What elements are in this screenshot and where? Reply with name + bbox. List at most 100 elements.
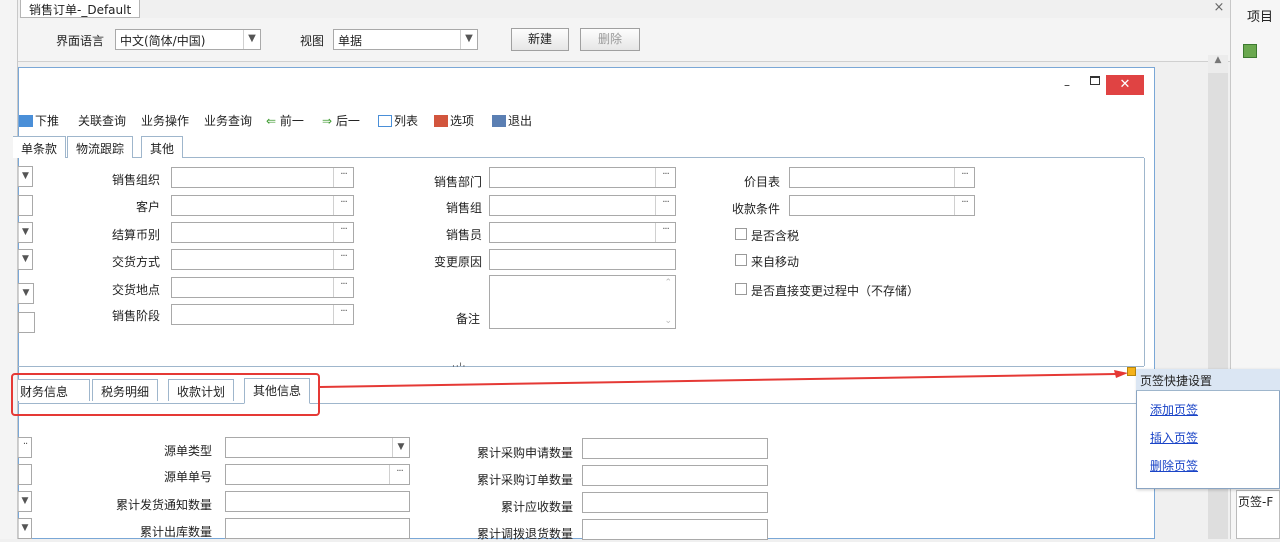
cumulative-transfer-return-label: 累计调拨退货数量 xyxy=(476,527,573,541)
ellipsis-icon[interactable]: ··· xyxy=(954,168,974,187)
clipped-select[interactable]: ▼ xyxy=(18,249,33,270)
language-select[interactable]: 中文(简体/中国) ▼ xyxy=(115,29,261,50)
list-icon xyxy=(378,115,392,127)
tab-logistics[interactable]: 物流跟踪 xyxy=(67,136,134,158)
clipped-field[interactable] xyxy=(18,312,35,333)
customer-field[interactable]: ··· xyxy=(171,195,354,216)
options-label: 选项 xyxy=(450,114,475,128)
clipped-select[interactable]: ▼ xyxy=(18,283,34,304)
delete-button[interactable]: 删除 xyxy=(580,28,640,51)
sales-dept-field[interactable]: ··· xyxy=(489,167,676,188)
tab-other[interactable]: 其他 xyxy=(141,136,184,158)
exit-button[interactable]: 退出 xyxy=(492,112,532,129)
sales-org-label: 销售组织 xyxy=(111,173,160,187)
price-list-field[interactable]: ··· xyxy=(789,167,975,188)
clipped-field[interactable]: ·· xyxy=(18,437,32,458)
new-button[interactable]: 新建 xyxy=(511,28,569,51)
insert-tab-link[interactable]: 插入页签 xyxy=(1150,429,1198,446)
delivery-location-label: 交货地点 xyxy=(111,283,160,297)
clipped-field[interactable] xyxy=(18,464,32,485)
language-value: 中文(简体/中国) xyxy=(120,34,206,48)
source-type-select[interactable]: ▼ xyxy=(225,437,410,458)
sales-org-field[interactable]: ··· xyxy=(171,167,354,188)
push-down-button[interactable]: 下推 xyxy=(19,112,59,129)
splitter-line xyxy=(18,366,1144,367)
delivery-location-field[interactable]: ··· xyxy=(171,277,354,298)
sales-group-field[interactable]: ··· xyxy=(489,195,676,216)
related-query-button[interactable]: 关联查询 xyxy=(78,112,126,129)
view-select[interactable]: 单据 ▼ xyxy=(333,29,478,50)
chevron-down-icon: ▼ xyxy=(243,30,260,49)
close-button[interactable]: ✕ xyxy=(1106,75,1144,95)
sales-group-label: 销售组 xyxy=(445,201,482,215)
business-operation-button[interactable]: 业务操作 xyxy=(141,112,189,129)
list-button[interactable]: 列表 xyxy=(378,112,418,129)
clipped-select[interactable]: ▼ xyxy=(18,491,32,512)
clipped-select[interactable]: ▼ xyxy=(18,518,32,539)
highlight-box xyxy=(11,373,320,416)
currency-field[interactable]: ··· xyxy=(171,222,354,243)
cumulative-receivable-label: 累计应收数量 xyxy=(500,500,573,514)
cumulative-receivable-field[interactable] xyxy=(582,492,768,513)
from-mobile-checkbox[interactable] xyxy=(735,254,747,266)
popup-title: 页签快捷设置 xyxy=(1136,369,1280,391)
cumulative-transfer-return-field[interactable] xyxy=(582,519,768,540)
ellipsis-icon[interactable]: ··· xyxy=(655,196,675,215)
ellipsis-icon[interactable]: ··· xyxy=(333,196,353,215)
salesperson-field[interactable]: ··· xyxy=(489,222,676,243)
next-button[interactable]: ⇒ 后一 xyxy=(322,112,360,129)
clipped-field[interactable] xyxy=(18,195,33,216)
payment-terms-field[interactable]: ··· xyxy=(789,195,975,216)
ellipsis-icon[interactable]: ··· xyxy=(333,305,353,324)
business-query-button[interactable]: 业务查询 xyxy=(204,112,252,129)
options-button[interactable]: 选项 xyxy=(434,112,474,129)
view-value: 单据 xyxy=(338,34,363,48)
refresh-icon[interactable] xyxy=(1243,44,1257,58)
cumulative-outbound-field[interactable] xyxy=(225,518,410,539)
direct-change-checkbox[interactable] xyxy=(735,283,747,295)
cumulative-outbound-label: 累计出库数量 xyxy=(139,525,212,539)
ellipsis-icon[interactable]: ··· xyxy=(333,278,353,297)
cumulative-purchase-order-field[interactable] xyxy=(582,465,768,486)
remark-textarea[interactable]: ⌃ ⌄ xyxy=(489,275,676,329)
cumulative-purchase-order-label: 累计采购订单数量 xyxy=(476,473,573,487)
ellipsis-icon[interactable]: ··· xyxy=(389,465,409,484)
options-icon xyxy=(434,115,448,127)
sales-stage-label: 销售阶段 xyxy=(111,309,160,323)
right-panel-tab-label: 页签-F xyxy=(1238,495,1274,509)
minimize-button[interactable]: – xyxy=(1064,78,1070,92)
ellipsis-icon[interactable]: ··· xyxy=(333,168,353,187)
chevron-down-icon: ▼ xyxy=(460,30,477,49)
cumulative-purchase-request-field[interactable] xyxy=(582,438,768,459)
exit-label: 退出 xyxy=(508,114,533,128)
ellipsis-icon[interactable]: ··· xyxy=(333,250,353,269)
ellipsis-icon[interactable]: ··· xyxy=(954,196,974,215)
ellipsis-icon[interactable]: ··· xyxy=(655,168,675,187)
chevron-down-icon: ▼ xyxy=(18,167,32,186)
clipped-select[interactable]: ▼ xyxy=(18,166,33,187)
ellipsis-icon[interactable]: ··· xyxy=(333,223,353,242)
chevron-down-icon: ▼ xyxy=(18,492,31,511)
add-tab-link[interactable]: 添加页签 xyxy=(1150,401,1198,418)
clipped-select[interactable]: ▼ xyxy=(18,222,33,243)
tab-terms[interactable]: 单条款 xyxy=(13,136,67,158)
sales-stage-field[interactable]: ··· xyxy=(171,304,354,325)
payment-terms-label: 收款条件 xyxy=(731,202,780,216)
change-reason-field[interactable] xyxy=(489,249,676,270)
cumulative-delivery-notice-field[interactable] xyxy=(225,491,410,512)
upper-panel-border xyxy=(1144,158,1145,366)
previous-button[interactable]: ⇐ 前一 xyxy=(266,112,304,129)
maximize-button[interactable] xyxy=(1090,76,1100,85)
source-number-field[interactable]: ··· xyxy=(225,464,410,485)
salesperson-label: 销售员 xyxy=(445,228,482,242)
delivery-method-field[interactable]: ··· xyxy=(171,249,354,270)
scroll-up-icon[interactable]: ▲ xyxy=(1208,55,1228,73)
tax-included-checkbox[interactable] xyxy=(735,228,747,240)
source-type-label: 源单类型 xyxy=(163,444,212,458)
delete-tab-link[interactable]: 删除页签 xyxy=(1150,457,1198,474)
chevron-down-icon: ▼ xyxy=(392,438,409,457)
document-close-button[interactable]: × xyxy=(1212,0,1226,15)
ellipsis-icon[interactable]: ··· xyxy=(655,223,675,242)
right-panel-title: 项目 xyxy=(1247,10,1274,25)
document-tab[interactable]: 销售订单-_Default xyxy=(20,0,141,18)
